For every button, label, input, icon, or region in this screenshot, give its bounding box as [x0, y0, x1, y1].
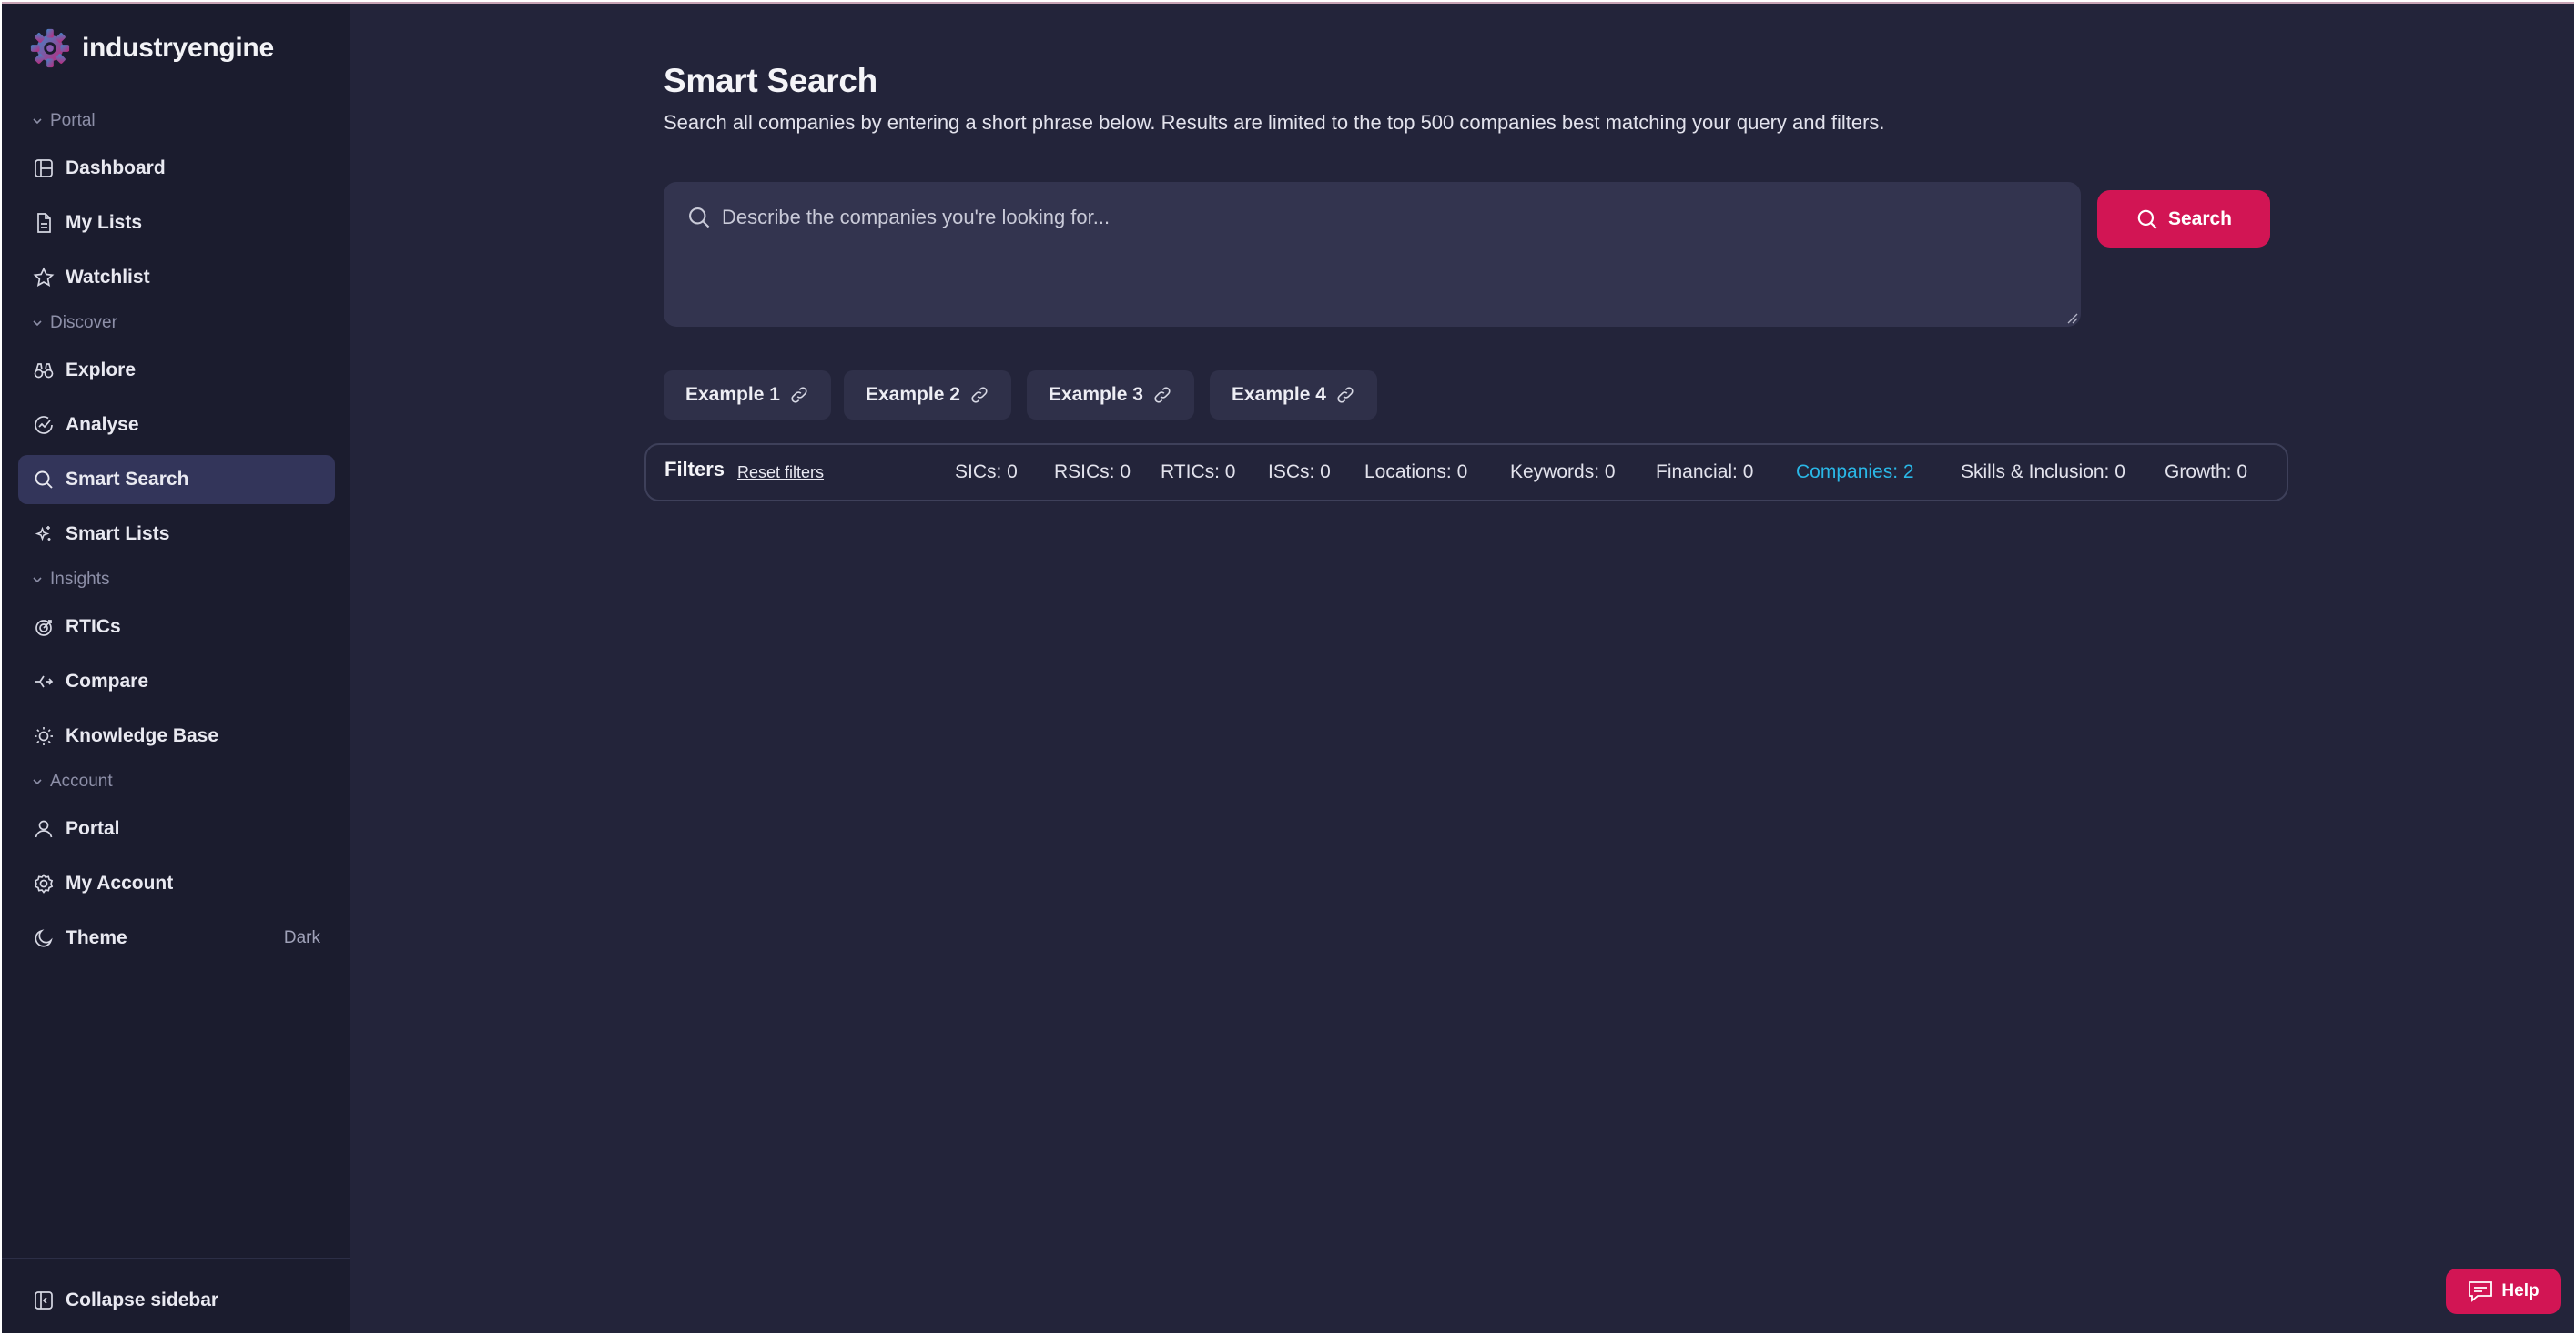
moon-icon: [35, 929, 53, 947]
example-chip-1[interactable]: Example 1: [664, 370, 831, 420]
gear-icon: [34, 874, 54, 894]
section-portal[interactable]: Portal: [32, 108, 96, 134]
search-icon: [689, 207, 710, 228]
example-chip-2[interactable]: Example 2: [844, 370, 1011, 420]
filter-financial[interactable]: Financial: 0: [1656, 461, 1753, 483]
sidebar-item-label: Dashboard: [66, 157, 166, 178]
sidebar-item-my-account[interactable]: My Account: [18, 859, 335, 908]
example-chip-3[interactable]: Example 3: [1027, 370, 1194, 420]
sidebar-item-label: Smart Search: [66, 469, 189, 490]
sparkle-icon: [35, 526, 51, 541]
help-button-label: Help: [2501, 1281, 2540, 1300]
target-icon: [35, 620, 52, 636]
search-icon: [2137, 209, 2157, 229]
chevron-down-icon: [33, 118, 42, 125]
example-chip-label: Example 1: [685, 384, 780, 405]
sidebar-item-label: Portal: [66, 818, 120, 839]
section-label: Insights: [50, 570, 110, 589]
collapse-sidebar-button[interactable]: Collapse sidebar: [18, 1276, 335, 1325]
sidebar-item-rtics[interactable]: RTICs: [18, 602, 335, 652]
sidebar-item-label: Knowledge Base: [66, 725, 219, 746]
link-icon: [971, 387, 988, 403]
filter-iscs[interactable]: ISCs: 0: [1268, 461, 1331, 483]
sidebar-collapse-icon: [35, 1291, 53, 1310]
link-icon: [791, 387, 807, 403]
filter-growth[interactable]: Growth: 0: [2165, 461, 2247, 483]
filter-skills-inclusion[interactable]: Skills & Inclusion: 0: [1961, 461, 2125, 483]
link-icon: [1154, 387, 1171, 403]
section-insights[interactable]: Insights: [32, 567, 109, 592]
sidebar-item-label: Explore: [66, 359, 137, 380]
example-chip-label: Example 3: [1049, 384, 1143, 405]
filter-rsics[interactable]: RSICs: 0: [1054, 461, 1131, 483]
help-button[interactable]: Help: [2446, 1269, 2561, 1314]
chevron-down-icon: [33, 577, 42, 583]
resize-handle-icon[interactable]: [2065, 311, 2078, 324]
sidebar-item-knowledge-base[interactable]: Knowledge Base: [18, 712, 335, 761]
filter-sics[interactable]: SICs: 0: [955, 461, 1018, 483]
chat-icon: [2469, 1281, 2493, 1302]
section-label: Account: [50, 772, 113, 791]
filters-label: Filters: [664, 458, 725, 480]
sidebar-item-theme[interactable]: Theme Dark: [18, 914, 335, 963]
sidebar-item-label: My Account: [66, 873, 174, 894]
brand-name: industryengine: [82, 33, 274, 63]
sidebar-item-label: My Lists: [66, 212, 143, 233]
search-box[interactable]: [664, 182, 2081, 327]
collapse-sidebar-label: Collapse sidebar: [66, 1289, 219, 1310]
search-button-label: Search: [2167, 207, 2233, 229]
chevron-down-icon: [33, 320, 42, 327]
sidebar-item-portal[interactable]: Portal: [18, 804, 335, 854]
star-icon: [33, 267, 55, 287]
logo-icon: [30, 28, 70, 68]
page-description: Search all companies by entering a short…: [664, 111, 1885, 134]
section-account[interactable]: Account: [32, 769, 113, 794]
sidebar-item-smart-lists[interactable]: Smart Lists: [18, 510, 335, 559]
filter-locations[interactable]: Locations: 0: [1364, 461, 1467, 483]
example-chip-4[interactable]: Example 4: [1210, 370, 1377, 420]
link-icon: [1337, 387, 1354, 403]
sidebar-divider: [2, 1258, 350, 1259]
filter-keywords[interactable]: Keywords: 0: [1510, 461, 1616, 483]
sidebar-item-smart-search[interactable]: Smart Search: [18, 455, 335, 504]
section-label: Portal: [50, 111, 96, 130]
section-discover[interactable]: Discover: [32, 310, 117, 336]
sidebar-item-my-lists[interactable]: My Lists: [18, 198, 335, 248]
filters-bar: Filters Reset filters SICs: 0 RSICs: 0 R…: [644, 443, 2288, 501]
reset-filters-link[interactable]: Reset filters: [737, 463, 824, 482]
chevron-down-icon: [33, 779, 42, 785]
theme-value: Dark: [283, 928, 320, 947]
brand[interactable]: industryengine: [29, 25, 274, 71]
search-input[interactable]: [720, 198, 1998, 237]
sidebar-item-label: Watchlist: [66, 267, 150, 288]
search-button[interactable]: Search: [2097, 190, 2270, 248]
sidebar-item-watchlist[interactable]: Watchlist: [18, 253, 335, 302]
document-icon: [37, 213, 51, 233]
sidebar-item-explore[interactable]: Explore: [18, 346, 335, 395]
page-title: Smart Search: [664, 62, 877, 99]
example-chip-label: Example 2: [866, 384, 960, 405]
sidebar-item-analyse[interactable]: Analyse: [18, 400, 335, 450]
lightbulb-icon: [35, 727, 53, 745]
sidebar: industryengine Portal Dashboard My Lists…: [2, 4, 350, 1333]
chart-icon: [35, 416, 53, 434]
section-label: Discover: [50, 313, 117, 332]
dashboard-icon: [35, 159, 53, 177]
app-window: industryengine Portal Dashboard My Lists…: [2, 2, 2574, 1333]
search-icon: [35, 470, 53, 489]
filter-companies[interactable]: Companies: 2: [1796, 461, 1914, 483]
sidebar-item-dashboard[interactable]: Dashboard: [18, 144, 335, 193]
sidebar-item-label: Theme: [66, 927, 127, 948]
user-icon: [35, 820, 53, 838]
sidebar-item-compare[interactable]: Compare: [18, 657, 335, 706]
binoculars-icon: [34, 363, 54, 379]
filter-rtics[interactable]: RTICs: 0: [1161, 461, 1235, 483]
sidebar-item-label: Compare: [66, 671, 149, 692]
compare-icon: [35, 675, 54, 688]
sidebar-item-label: Analyse: [66, 414, 139, 435]
sidebar-item-label: Smart Lists: [66, 523, 170, 544]
example-chip-label: Example 4: [1232, 384, 1326, 405]
sidebar-item-label: RTICs: [66, 616, 121, 637]
